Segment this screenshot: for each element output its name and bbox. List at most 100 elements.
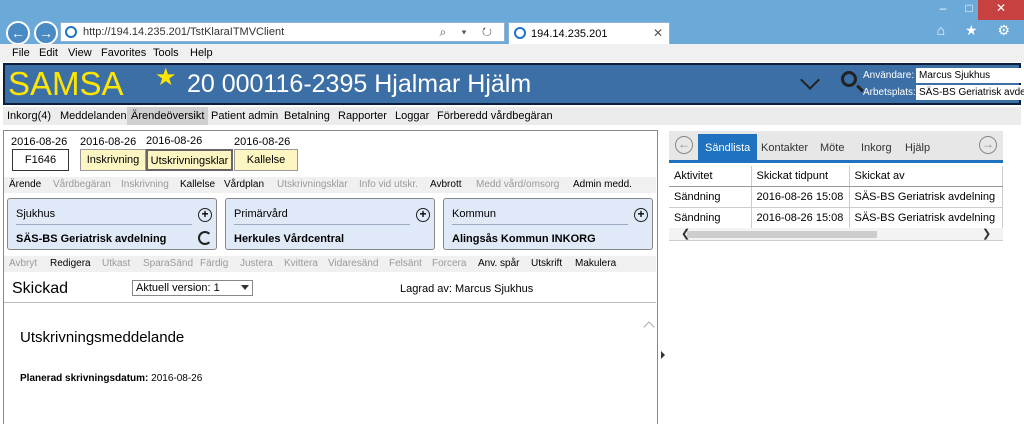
action-anv-spar[interactable]: Anv. spår [478,258,520,269]
step-date: 2016-08-26 [146,135,203,147]
tab-forberedd-vardbegaran[interactable]: Förberedd vårdbegäran [433,107,557,125]
window-close-icon[interactable]: ✕ [978,0,1024,20]
action-avbrott[interactable]: Avbrott [430,179,462,190]
action-sparasand[interactable]: SparaSänd [143,258,193,269]
step-kallelse[interactable]: Kallelse [234,149,298,171]
card-divider [16,224,192,225]
action-forcera[interactable]: Forcera [432,258,466,269]
action-admin-medd[interactable]: Admin medd. [573,179,632,190]
table-cell: 2016-08-26 15:08 [751,186,850,208]
add-icon[interactable]: + [198,208,212,222]
chevron-down-icon[interactable] [800,70,820,90]
menu-help[interactable]: Help [190,47,213,59]
menu-view[interactable]: View [68,47,92,59]
card-divider [452,224,628,225]
card-sjukhus: Sjukhus + SÄS-BS Geriatrisk avdelning [7,198,217,250]
tab-mote[interactable]: Möte [813,134,851,161]
menu-edit[interactable]: Edit [39,47,58,59]
action-justera[interactable]: Justera [240,258,273,269]
add-icon[interactable]: + [416,208,430,222]
table-row[interactable]: Sändning 2016-08-26 15:08 SÄS-BS Geriatr… [669,207,1003,229]
tab-rapporter[interactable]: Rapporter [334,107,391,125]
tab-inkorg-side[interactable]: Inkorg [854,134,899,161]
card-value: Herkules Vårdcentral [234,233,345,245]
step-case-number[interactable]: F1646 [12,149,69,171]
column-header[interactable]: Skickat tidpunt [751,166,850,187]
action-avbryt[interactable]: Avbryt [9,258,37,269]
action-utskrift[interactable]: Utskrift [531,258,562,269]
close-tab-icon[interactable]: ✕ [653,26,663,40]
card-value: SÄS-BS Geriatrisk avdelning [16,233,167,245]
action-utskrivningsklar[interactable]: Utskrivningsklar [277,179,348,190]
column-header[interactable]: Aktivitet [669,166,752,187]
card-divider [234,224,410,225]
user-field[interactable]: Marcus Sjukhus [916,68,1024,83]
scroll-thumb[interactable] [687,231,877,238]
splitter-arrow-icon[interactable] [661,351,665,359]
step-inskrivning[interactable]: Inskrivning [80,149,146,171]
table-cell: SÄS-BS Geriatrisk avdelning [849,207,1003,229]
table-row[interactable]: Sändning 2016-08-26 15:08 SÄS-BS Geriatr… [669,186,1003,208]
action-vidaresand[interactable]: Vidaresänd [328,258,378,269]
send-list-table: Aktivitet Skickat tidpunt Skickat av Sän… [669,166,1003,229]
menu-file[interactable]: File [12,47,30,59]
action-kvittera[interactable]: Kvittera [284,258,318,269]
document-status: Skickad [12,280,69,297]
address-actions-icon[interactable]: ⌕ ▾ ↻ [439,25,498,40]
page-edge [1003,131,1024,424]
action-utkast[interactable]: Utkast [102,258,130,269]
browser-tab[interactable]: 194.14.235.201 ✕ [508,22,670,44]
tab-arendeoversikt[interactable]: Ärendeöversikt [127,107,209,125]
action-kallelse[interactable]: Kallelse [180,179,215,190]
column-header[interactable]: Skickat av [849,166,1003,187]
action-makulera[interactable]: Makulera [575,258,616,269]
version-select[interactable]: Aktuell version: 1 [132,280,253,296]
action-medd-vard-omsorg[interactable]: Medd vård/omsorg [476,179,559,190]
step-utskrivningsklar[interactable]: Utskrivningsklar [146,149,233,171]
refresh-icon[interactable] [198,231,212,245]
menu-favorites[interactable]: Favorites [101,47,146,59]
next-arrow-icon[interactable]: → [979,136,997,154]
star-icon[interactable]: ★ [155,63,177,92]
tab-inkorg[interactable]: Inkorg(4) [3,107,55,125]
action-vardbegaran[interactable]: Vårdbegäran [53,179,111,190]
address-bar[interactable]: http://194.14.235.201/TstKlaraITMVClient… [60,22,505,42]
action-fardig[interactable]: Färdig [200,258,228,269]
scroll-right-icon[interactable]: ❯ [982,228,991,241]
tab-hjalp[interactable]: Hjälp [898,134,937,161]
prev-arrow-icon[interactable]: ← [675,136,693,154]
workplace-field[interactable]: SÄS-BS Geriatrisk avdelning [916,85,1024,100]
menu-tools[interactable]: Tools [153,47,179,59]
tab-patient-admin[interactable]: Patient admin [207,107,282,125]
search-icon[interactable] [841,71,857,87]
table-cell: Sändning [669,207,752,229]
tab-kontakter[interactable]: Kontakter [754,134,815,161]
action-inskrivning[interactable]: Inskrivning [121,179,169,190]
forward-arrow-icon[interactable]: → [34,21,58,45]
add-icon[interactable]: + [634,208,648,222]
menu-bar: File Edit View Favorites Tools Help [0,44,1024,62]
tab-betalning[interactable]: Betalning [280,107,334,125]
action-felsant[interactable]: Felsänt [389,258,422,269]
version-select-value: Aktuell version: 1 [136,282,220,294]
horizontal-scrollbar[interactable]: ❮ ❯ [669,228,1003,241]
home-favorites-settings-icon[interactable]: ⌂ ★ ⚙ [937,22,1018,39]
tab-loggar[interactable]: Loggar [391,107,433,125]
back-arrow-icon[interactable]: ← [6,21,30,45]
tab-sandlista[interactable]: Sändlista [698,134,758,161]
minimize-icon[interactable]: ‒ [930,0,956,20]
tab-meddelanden[interactable]: Meddelanden [56,107,131,125]
action-arende[interactable]: Ärende [9,179,41,190]
side-tabs: ← Sändlista Kontakter Möte Inkorg Hjälp … [669,131,1003,163]
action-info-vid-utskr[interactable]: Info vid utskr. [359,179,418,190]
divider [4,302,656,303]
side-panel: ← Sändlista Kontakter Möte Inkorg Hjälp … [669,131,1003,424]
action-redigera[interactable]: Redigera [50,258,91,269]
browser-chrome: ← → http://194.14.235.201/TstKlaraITMVCl… [0,0,1024,45]
samsa-logo: SAMSA [8,65,124,102]
url-text[interactable]: http://194.14.235.201/TstKlaraITMVClient [83,26,284,38]
planned-date-label: Planerad skrivningsdatum: [20,373,149,384]
action-vardplan[interactable]: Vårdplan [224,179,264,190]
document-action-bar: Avbryt Redigera Utkast SparaSänd Färdig … [4,256,656,272]
app-header: SAMSA ★ 20 000116-2395 Hjalmar Hjälm Anv… [3,63,1024,105]
